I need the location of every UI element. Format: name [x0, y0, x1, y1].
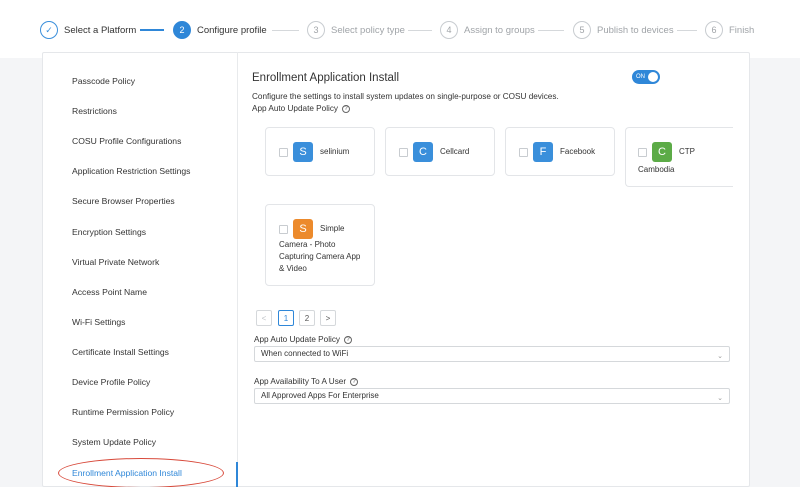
step-number: 6 [705, 21, 723, 39]
auto-update-policy-select[interactable]: When connected to WiFi ⌄ [254, 346, 730, 362]
app-name: Facebook [560, 147, 596, 156]
sidebar-item-passcode-policy[interactable]: Passcode Policy [72, 74, 135, 88]
app-checkbox[interactable] [399, 148, 408, 157]
step-connector [408, 30, 432, 31]
step-finish[interactable]: 6 Finish [705, 20, 754, 40]
step-publish-devices[interactable]: 5 Publish to devices [573, 20, 674, 40]
chevron-down-icon: ⌄ [717, 353, 723, 360]
app-auto-update-heading: App Auto Update Policy ? [252, 104, 351, 113]
sidebar-item-runtime-permission[interactable]: Runtime Permission Policy [72, 405, 174, 419]
toggle-label: ON [636, 74, 645, 80]
select-value: All Approved Apps For Enterprise [261, 391, 379, 400]
app-checkbox[interactable] [638, 148, 647, 157]
app-checkbox[interactable] [279, 225, 288, 234]
app-card-selinium[interactable]: S selinium [265, 127, 375, 176]
step-label: Select a Platform [64, 24, 137, 36]
sidebar-item-device-profile[interactable]: Device Profile Policy [72, 375, 150, 389]
sidebar-item-encryption[interactable]: Encryption Settings [72, 225, 146, 239]
app-checkbox[interactable] [519, 148, 528, 157]
description-text: Configure the settings to install system… [252, 92, 559, 101]
pager-page-2[interactable]: 2 [299, 310, 315, 326]
toggle-knob [648, 72, 658, 82]
field-label-text: App Availability To A User [254, 377, 347, 386]
check-icon: ✓ [40, 21, 58, 39]
app-icon: C [413, 142, 433, 162]
app-name-continued: Camera - Photo [279, 240, 336, 249]
app-name-continued: Capturing Camera App [279, 252, 361, 261]
help-icon[interactable]: ? [342, 104, 351, 113]
app-checkbox[interactable] [279, 148, 288, 157]
app-name-continued: & Video [279, 264, 307, 273]
annotation-ellipse [58, 458, 224, 487]
step-label: Publish to devices [597, 24, 674, 36]
app-icon: F [533, 142, 553, 162]
pager-next-button[interactable]: > [320, 310, 336, 326]
auto-update-policy-label: App Auto Update Policy ? [254, 335, 353, 344]
pager-prev-button[interactable]: < [256, 310, 272, 326]
step-connector [140, 29, 164, 31]
chevron-down-icon: ⌄ [717, 395, 723, 402]
step-number: 4 [440, 21, 458, 39]
step-connector [272, 30, 299, 31]
app-name: Simple [320, 224, 345, 233]
sidebar-item-vpn[interactable]: Virtual Private Network [72, 255, 159, 269]
step-number: 3 [307, 21, 325, 39]
app-card-facebook[interactable]: F Facebook [505, 127, 615, 176]
field-label-text: App Auto Update Policy [254, 335, 341, 344]
sidebar-item-restrictions[interactable]: Restrictions [72, 104, 117, 118]
sidebar-item-app-restriction[interactable]: Application Restriction Settings [72, 164, 190, 178]
sidebar-item-cosu-profile[interactable]: COSU Profile Configurations [72, 134, 181, 148]
help-icon[interactable]: ? [344, 335, 353, 344]
availability-label: App Availability To A User ? [254, 377, 359, 386]
app-icon: C [652, 142, 672, 162]
step-select-platform[interactable]: ✓ Select a Platform [40, 20, 136, 40]
pager-page-1[interactable]: 1 [278, 310, 294, 326]
step-connector [538, 30, 564, 31]
help-icon[interactable]: ? [350, 377, 359, 386]
app-card-cellcard[interactable]: C Cellcard [385, 127, 495, 176]
app-name-continued: Cambodia [638, 165, 675, 174]
enable-toggle[interactable]: ON [632, 70, 660, 84]
sidebar-item-wifi[interactable]: Wi-Fi Settings [72, 315, 125, 329]
sidebar-item-system-update[interactable]: System Update Policy [72, 435, 156, 449]
step-number: 2 [173, 21, 191, 39]
app-name: selinium [320, 147, 350, 156]
select-value: When connected to WiFi [261, 349, 349, 358]
sidebar-item-certificate[interactable]: Certificate Install Settings [72, 345, 169, 359]
app-card-simple-camera[interactable]: S Simple Camera - Photo Capturing Camera… [265, 204, 375, 286]
app-icon: S [293, 219, 313, 239]
page-title: Enrollment Application Install [252, 72, 400, 84]
availability-select[interactable]: All Approved Apps For Enterprise ⌄ [254, 388, 730, 404]
step-number: 5 [573, 21, 591, 39]
step-label: Configure profile [197, 24, 267, 36]
heading-text: App Auto Update Policy [252, 104, 339, 113]
app-card-ctp-cambodia[interactable]: C CTP Cambodia [625, 127, 733, 187]
sidebar-item-apn[interactable]: Access Point Name [72, 285, 147, 299]
step-label: Assign to groups [464, 24, 535, 36]
app-icon: S [293, 142, 313, 162]
step-label: Select policy type [331, 24, 405, 36]
step-select-policy-type[interactable]: 3 Select policy type [307, 20, 405, 40]
step-label: Finish [729, 24, 755, 36]
active-indicator [236, 462, 238, 487]
step-connector [677, 30, 697, 31]
wizard-stepper: ✓ Select a Platform 2 Configure profile … [0, 0, 800, 58]
app-name: Cellcard [440, 147, 470, 156]
step-configure-profile[interactable]: 2 Configure profile [173, 20, 267, 40]
step-assign-groups[interactable]: 4 Assign to groups [440, 20, 535, 40]
sidebar-item-secure-browser[interactable]: Secure Browser Properties [72, 194, 175, 208]
app-name: CTP [679, 147, 695, 156]
